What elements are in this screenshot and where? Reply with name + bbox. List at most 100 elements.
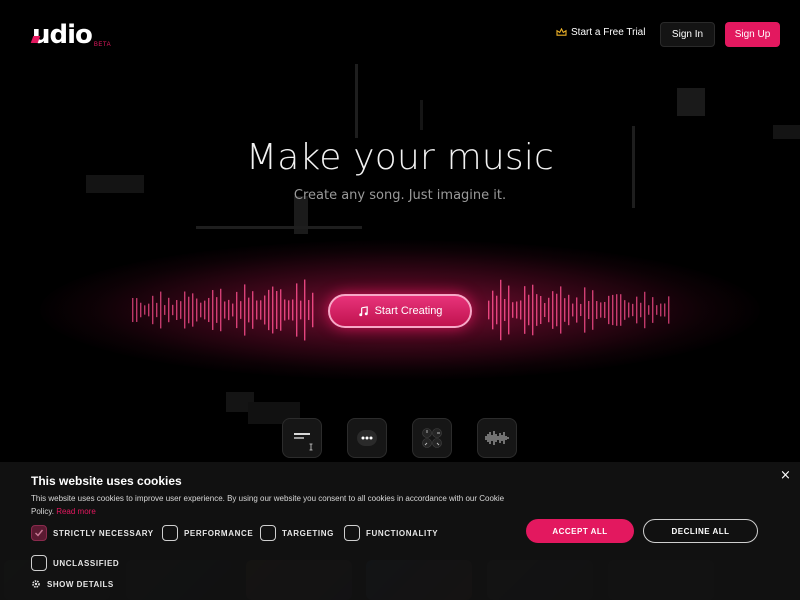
show-details-label: SHOW DETAILS <box>47 579 114 589</box>
close-icon[interactable]: × <box>780 468 791 483</box>
checkbox-label: FUNCTIONALITY <box>366 528 439 538</box>
waveform-bar <box>240 301 242 319</box>
waveform-bar <box>644 291 646 329</box>
sign-in-button[interactable]: Sign In <box>660 22 715 47</box>
waveform-bar <box>608 295 610 325</box>
waveform-bar <box>540 296 542 324</box>
waveform-bar <box>164 305 166 315</box>
start-free-trial-link[interactable]: Start a Free Trial <box>556 27 645 38</box>
waveform-bar <box>192 293 194 327</box>
waveform-bar <box>176 300 178 320</box>
waveform-bar <box>488 300 490 320</box>
waveform-bar <box>296 283 298 337</box>
waveform-bar <box>304 279 306 341</box>
waveform-bar <box>548 297 550 323</box>
waveform-bar <box>248 297 250 323</box>
waveform-bar <box>160 291 162 329</box>
waveform-bar <box>200 302 202 318</box>
accept-all-button[interactable]: ACCEPT ALL <box>526 519 634 543</box>
waveform-bar <box>604 301 606 319</box>
checkbox-functionality[interactable]: FUNCTIONALITY <box>344 525 438 541</box>
waveform-bar <box>596 301 598 319</box>
waveform-bar <box>616 294 618 326</box>
hero-title: Make your music <box>245 137 555 178</box>
waveform-bar <box>144 305 146 315</box>
checkbox-label: TARGETING <box>282 528 334 538</box>
waveform-bar <box>664 303 666 317</box>
waveform-bar <box>184 291 186 329</box>
cookie-description: This website uses cookies to improve use… <box>31 492 511 518</box>
waveform-bar <box>140 302 142 318</box>
waveform-bar <box>600 302 602 318</box>
waveform-bar <box>172 304 174 316</box>
waveform-bar <box>516 301 518 319</box>
checkbox-icon <box>31 555 47 571</box>
waveform-bar <box>312 292 314 328</box>
checkbox-performance[interactable]: PERFORMANCE <box>162 525 253 541</box>
waveform-bar <box>580 303 582 317</box>
cookie-banner: This website uses cookies This website u… <box>0 462 800 600</box>
lyrics-tool-tile[interactable] <box>282 418 322 458</box>
waveform-bar <box>544 303 546 317</box>
waveform-bar <box>204 300 206 320</box>
waveform-bar <box>284 299 286 321</box>
show-details-toggle[interactable]: SHOW DETAILS <box>31 579 114 589</box>
waveform-bar <box>624 300 626 320</box>
logo-text: udio <box>32 20 93 50</box>
start-free-trial-label: Start a Free Trial <box>571 27 646 38</box>
controls-knobs-icon <box>422 428 442 448</box>
waveform-bar <box>552 291 554 329</box>
waveform-tool-tile[interactable] <box>477 418 517 458</box>
waveform-bar <box>524 286 526 334</box>
waveform-bar <box>252 291 254 329</box>
decline-all-button[interactable]: DECLINE ALL <box>643 519 758 543</box>
waveform-bar <box>668 296 670 324</box>
start-creating-label: Start Creating <box>374 305 443 317</box>
waveform-bar <box>592 290 594 330</box>
waveform-bar <box>168 297 170 323</box>
waveform-bar <box>632 303 634 317</box>
cookie-body-text: This website uses cookies to improve use… <box>31 494 505 516</box>
more-tool-tile[interactable] <box>347 418 387 458</box>
waveform-bar <box>556 293 558 327</box>
waveform-bar <box>188 296 190 324</box>
waveform-bar <box>652 297 654 323</box>
waveform-bar <box>300 300 302 320</box>
controls-tool-tile[interactable] <box>412 418 452 458</box>
hero-subtitle: Create any song. Just imagine it. <box>293 188 507 203</box>
waveform-bar <box>500 279 502 341</box>
waveform-bar <box>260 300 262 320</box>
crown-icon <box>556 28 567 36</box>
waveform-bar <box>656 305 658 315</box>
waveform-bar <box>584 287 586 333</box>
start-creating-button[interactable]: Start Creating <box>328 294 472 328</box>
waveform-bar <box>496 295 498 325</box>
waveform-bar <box>256 300 258 320</box>
waveform-bar <box>228 299 230 321</box>
music-note-icon <box>358 305 368 316</box>
waveform-bar <box>628 302 630 318</box>
checkbox-label: STRICTLY NECESSARY <box>53 528 154 538</box>
sign-up-button[interactable]: Sign Up <box>725 22 780 47</box>
waveform-bar <box>212 290 214 330</box>
waveform-bar <box>148 303 150 317</box>
waveform-bar <box>520 300 522 320</box>
checkbox-checked-icon <box>31 525 47 541</box>
beta-badge: BETA <box>93 42 112 48</box>
waveform-bar <box>572 303 574 317</box>
checkbox-label: PERFORMANCE <box>184 528 254 538</box>
waveform-bar <box>576 297 578 323</box>
waveform-bar <box>504 299 506 321</box>
checkbox-unclassified[interactable]: UNCLASSIFIED <box>31 555 119 571</box>
waveform-bar <box>620 294 622 326</box>
waveform-bar <box>220 288 222 332</box>
checkbox-strictly-necessary[interactable]: STRICTLY NECESSARY <box>31 525 154 541</box>
read-more-link[interactable]: Read more <box>56 507 96 516</box>
waveform-bar <box>208 297 210 323</box>
waveform-bar <box>308 300 310 320</box>
checkbox-targeting[interactable]: TARGETING <box>260 525 334 541</box>
gear-icon <box>32 580 40 588</box>
udio-logo[interactable]: udio BETA <box>30 20 112 50</box>
waveform-bar <box>564 298 566 322</box>
waveform-bar <box>132 297 134 323</box>
